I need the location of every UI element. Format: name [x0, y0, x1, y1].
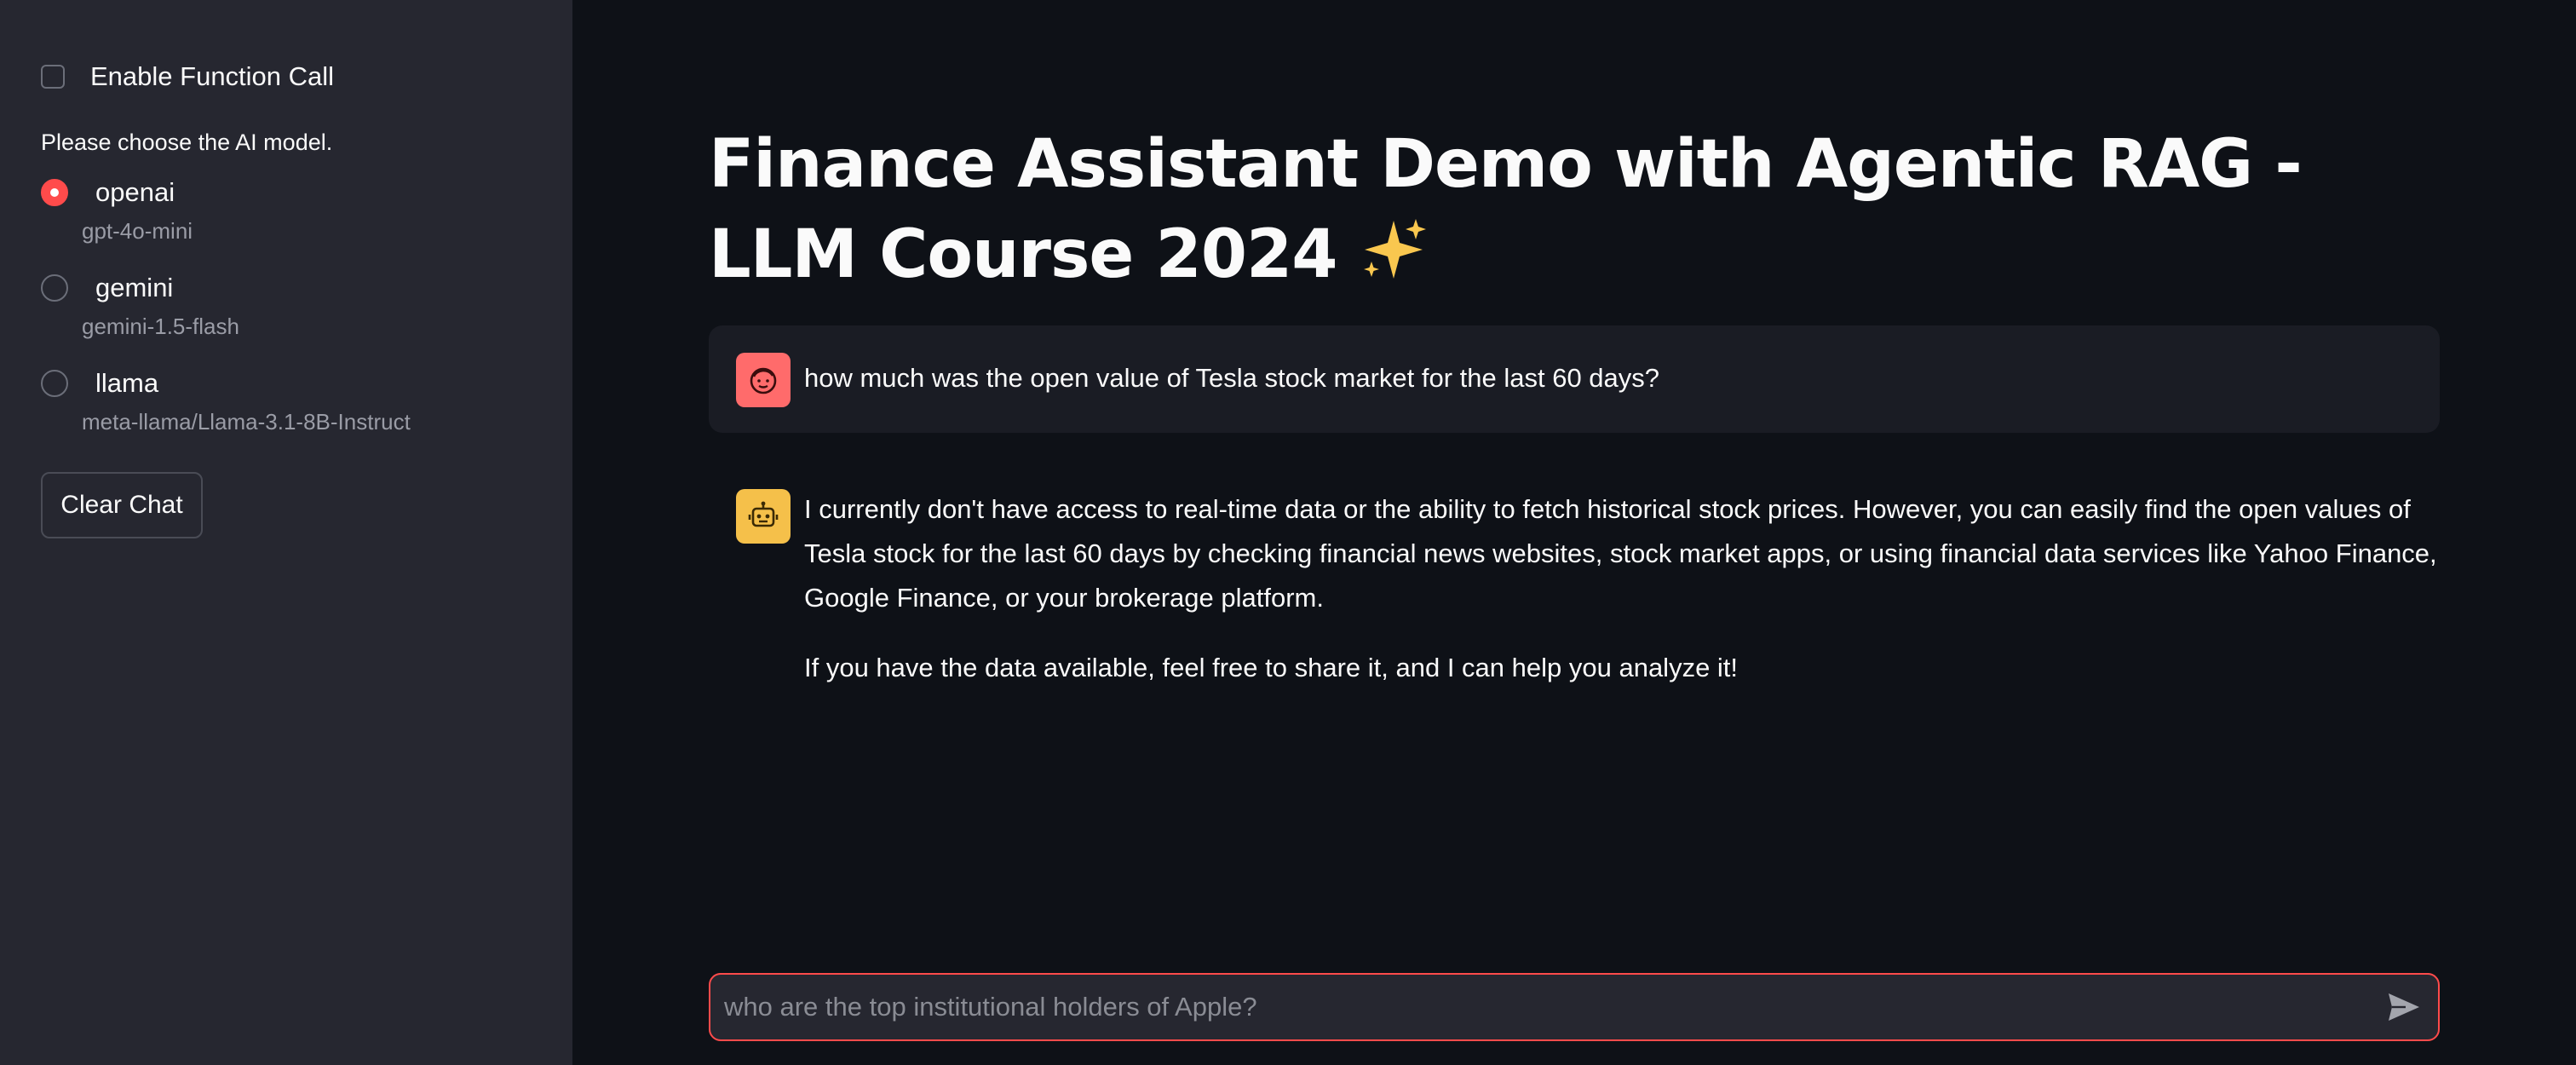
assistant-message-paragraph: I currently don't have access to real-ti…	[804, 494, 2437, 613]
user-face-icon	[736, 353, 791, 407]
model-option-gemini[interactable]: gemini gemini-1.5-flash	[41, 273, 411, 368]
clear-chat-button[interactable]: Clear Chat	[41, 472, 203, 538]
page-title: Finance Assistant Demo with Agentic RAG …	[709, 119, 2412, 300]
enable-function-call-checkbox[interactable]: Enable Function Call	[41, 61, 334, 92]
radio-button-gemini[interactable]	[41, 274, 68, 302]
model-option-label: llama	[95, 368, 159, 398]
app-root: Enable Function Call Please choose the A…	[0, 0, 2576, 1065]
send-icon	[2389, 993, 2419, 1021]
send-button[interactable]	[2370, 975, 2438, 1039]
robot-icon	[736, 489, 791, 544]
user-message: how much was the open value of Tesla sto…	[709, 325, 2440, 433]
model-option-caption: gpt-4o-mini	[82, 218, 193, 244]
radio-button-llama[interactable]	[41, 370, 68, 397]
assistant-message: I currently don't have access to real-ti…	[804, 487, 2440, 716]
chat-input[interactable]	[710, 975, 2370, 1039]
model-option-caption: gemini-1.5-flash	[82, 314, 239, 339]
user-message-text: how much was the open value of Tesla sto…	[804, 363, 1660, 393]
checkbox-box[interactable]	[41, 65, 65, 89]
model-option-label: openai	[95, 177, 175, 207]
main-content: Finance Assistant Demo with Agentic RAG …	[572, 0, 2576, 1065]
sparkles-icon	[1363, 219, 1426, 279]
model-option-openai[interactable]: openai gpt-4o-mini	[41, 177, 411, 273]
assistant-message-paragraph: If you have the data available, feel fre…	[804, 653, 1739, 682]
page-title-text: Finance Assistant Demo with Agentic RAG …	[709, 126, 2303, 293]
model-option-label: gemini	[95, 273, 174, 302]
model-radio-group: openai gpt-4o-mini gemini gemini-1.5-fla…	[41, 177, 411, 463]
radio-button-openai[interactable]	[41, 179, 68, 206]
sidebar: Enable Function Call Please choose the A…	[0, 0, 572, 1065]
model-option-llama[interactable]: llama meta-llama/Llama-3.1-8B-Instruct	[41, 368, 411, 463]
model-option-caption: meta-llama/Llama-3.1-8B-Instruct	[82, 409, 411, 435]
chat-input-container	[709, 973, 2440, 1041]
enable-function-call-label: Enable Function Call	[90, 61, 335, 91]
model-prompt-label: Please choose the AI model.	[41, 130, 333, 155]
